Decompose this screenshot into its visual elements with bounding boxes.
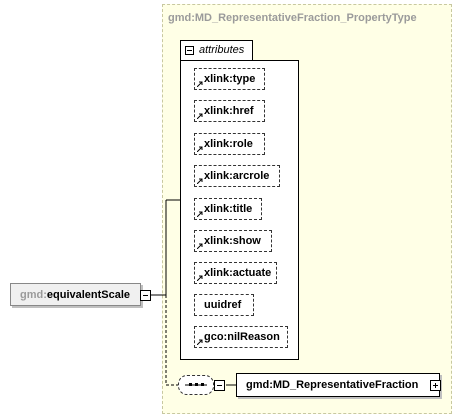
element-equivalent-scale[interactable]: gmd:equivalentScale <box>10 283 141 306</box>
sequence-collapse-icon[interactable] <box>214 380 225 391</box>
element-prefix: gmd: <box>20 289 47 301</box>
element-md-representative-fraction[interactable]: gmd:MD_RepresentativeFraction <box>236 373 440 397</box>
element-label: gmd:equivalentScale <box>20 289 130 301</box>
element-label: gmd:MD_RepresentativeFraction <box>246 379 419 391</box>
sequence-icon[interactable] <box>178 375 214 395</box>
element-collapse-icon[interactable] <box>140 290 151 301</box>
connector-lines <box>150 199 236 386</box>
element-local-name: equivalentScale <box>46 289 131 301</box>
element-expand-icon[interactable] <box>430 380 441 391</box>
